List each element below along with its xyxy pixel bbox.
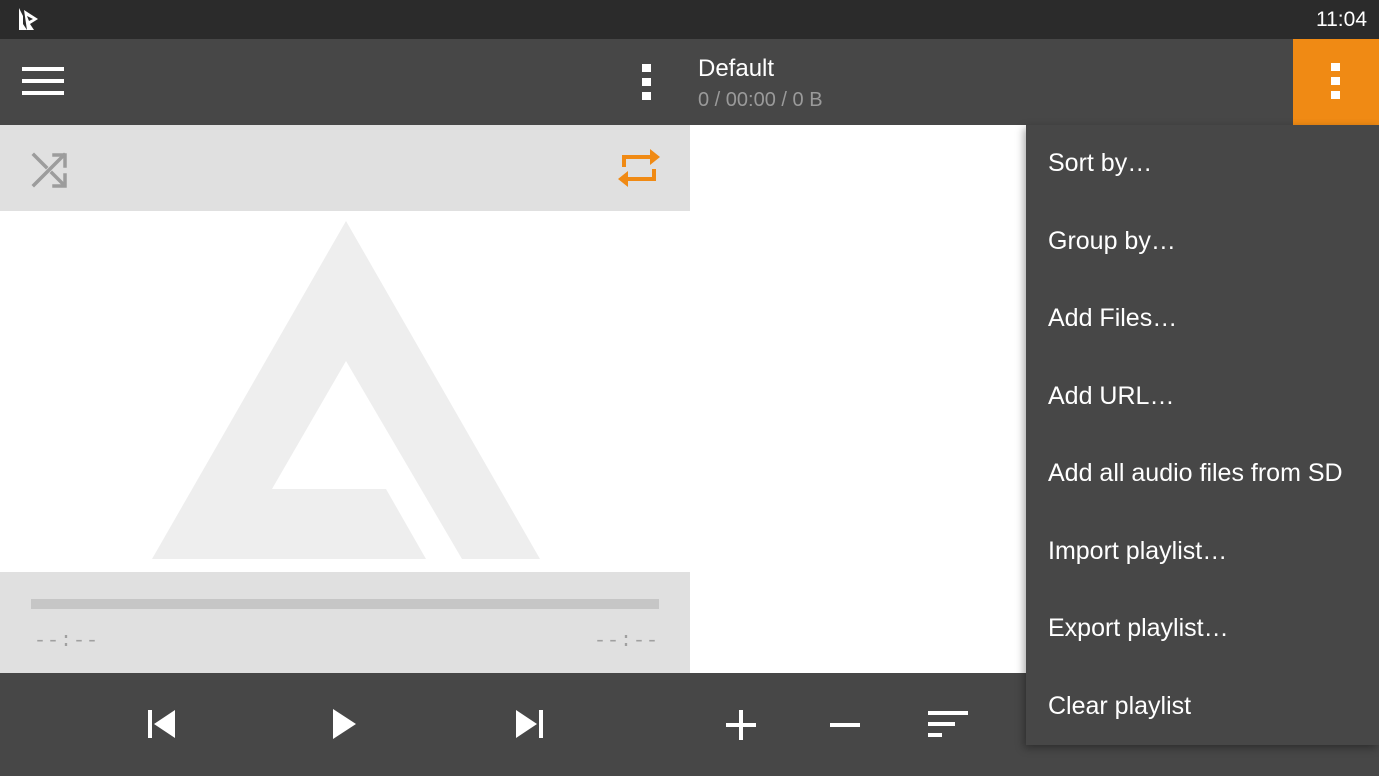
plus-icon[interactable] — [722, 706, 760, 744]
seek-bar[interactable] — [31, 599, 659, 609]
time-elapsed: --:-- — [34, 630, 100, 653]
skip-previous-icon[interactable] — [145, 707, 179, 741]
menu-item-export-playlist[interactable]: Export playlist… — [1026, 590, 1379, 668]
aimp-logo-icon — [19, 8, 38, 30]
minus-icon[interactable] — [826, 706, 864, 744]
menu-item-add-url[interactable]: Add URL… — [1026, 358, 1379, 436]
album-art — [0, 211, 690, 572]
skip-next-icon[interactable] — [512, 707, 546, 741]
repeat-icon[interactable] — [616, 145, 662, 191]
menu-item-add-all-audio[interactable]: Add all audio files from SD — [1026, 435, 1379, 513]
top-toolbar: Default 0 / 00:00 / 0 B — [0, 39, 1379, 125]
playlist-more-options-button[interactable] — [1293, 39, 1379, 125]
menu-item-add-files[interactable]: Add Files… — [1026, 280, 1379, 358]
status-bar: 11:04 — [0, 0, 1379, 39]
menu-item-group-by[interactable]: Group by… — [1026, 203, 1379, 281]
menu-item-clear-playlist[interactable]: Clear playlist — [1026, 668, 1379, 746]
shuffle-repeat-bar — [0, 125, 690, 211]
status-clock: 11:04 — [1316, 8, 1367, 31]
menu-item-import-playlist[interactable]: Import playlist… — [1026, 513, 1379, 591]
play-icon[interactable] — [328, 707, 360, 741]
time-remaining: --:-- — [594, 630, 660, 653]
player-more-options-icon[interactable] — [630, 59, 664, 105]
aimp-triangle-logo-icon — [152, 221, 540, 559]
shuffle-icon[interactable] — [28, 149, 72, 189]
more-vertical-icon — [1331, 63, 1340, 99]
playlist-stats: 0 / 00:00 / 0 B — [698, 89, 823, 111]
playlist-options-menu: Sort by… Group by… Add Files… Add URL… A… — [1026, 125, 1379, 745]
hamburger-menu-icon[interactable] — [22, 64, 64, 98]
menu-item-sort-by[interactable]: Sort by… — [1026, 125, 1379, 203]
playlist-title: Default — [698, 55, 775, 82]
sort-icon[interactable] — [926, 707, 970, 741]
seek-area: --:-- --:-- — [0, 572, 690, 673]
